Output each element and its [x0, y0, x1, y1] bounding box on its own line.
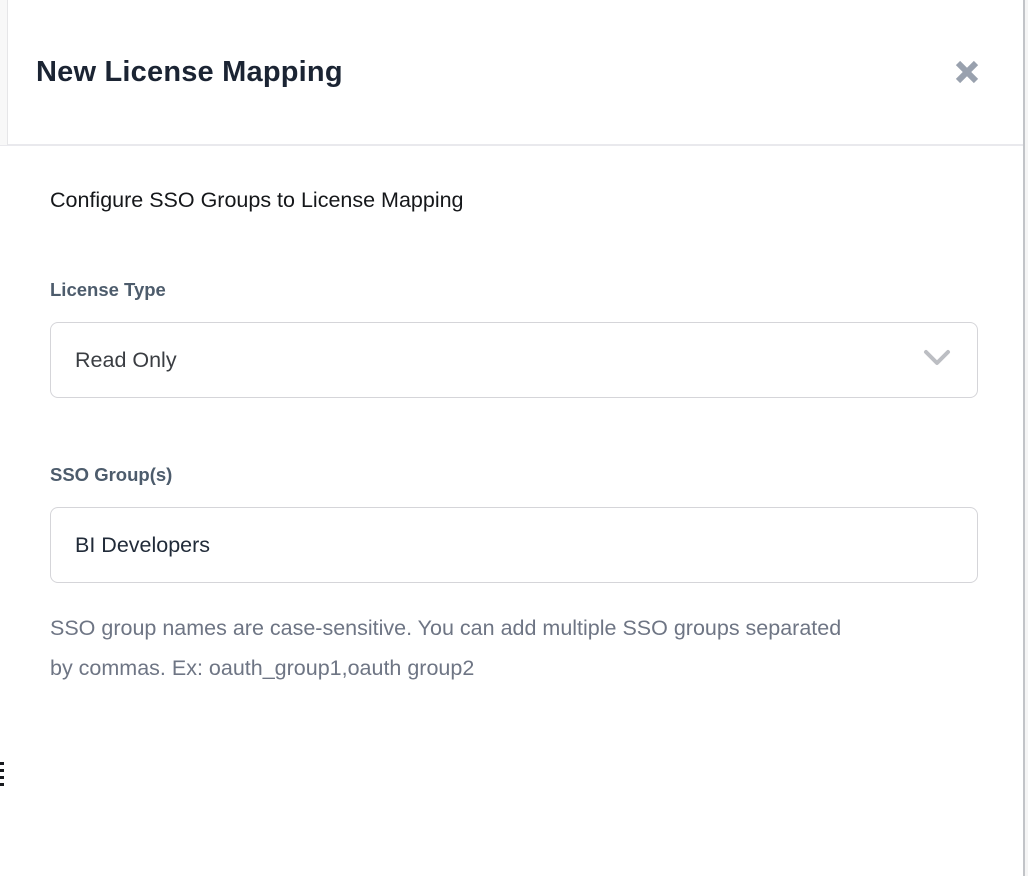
modal-body: Configure SSO Groups to License Mapping …: [0, 146, 1028, 688]
chevron-down-icon: [923, 349, 951, 372]
sso-groups-input[interactable]: [75, 533, 953, 558]
license-type-select[interactable]: Read Only: [50, 322, 978, 398]
new-license-mapping-modal: New License Mapping Configure SSO Groups…: [0, 0, 1028, 876]
close-button[interactable]: [950, 55, 984, 89]
license-type-label: License Type: [50, 279, 978, 301]
modal-header: New License Mapping: [0, 0, 1028, 146]
sso-groups-help-text: SSO group names are case-sensitive. You …: [50, 608, 850, 688]
sso-groups-field-container: [50, 507, 978, 583]
background-list-icon-artifact: [0, 762, 4, 790]
license-type-selected-value: Read Only: [75, 348, 177, 373]
x-icon: [952, 57, 982, 87]
modal-subtitle: Configure SSO Groups to License Mapping: [50, 188, 978, 213]
sso-groups-label: SSO Group(s): [50, 464, 978, 486]
background-page-left-sliver: [0, 0, 8, 145]
modal-title: New License Mapping: [36, 56, 343, 89]
modal-right-edge-line: [1023, 0, 1025, 876]
